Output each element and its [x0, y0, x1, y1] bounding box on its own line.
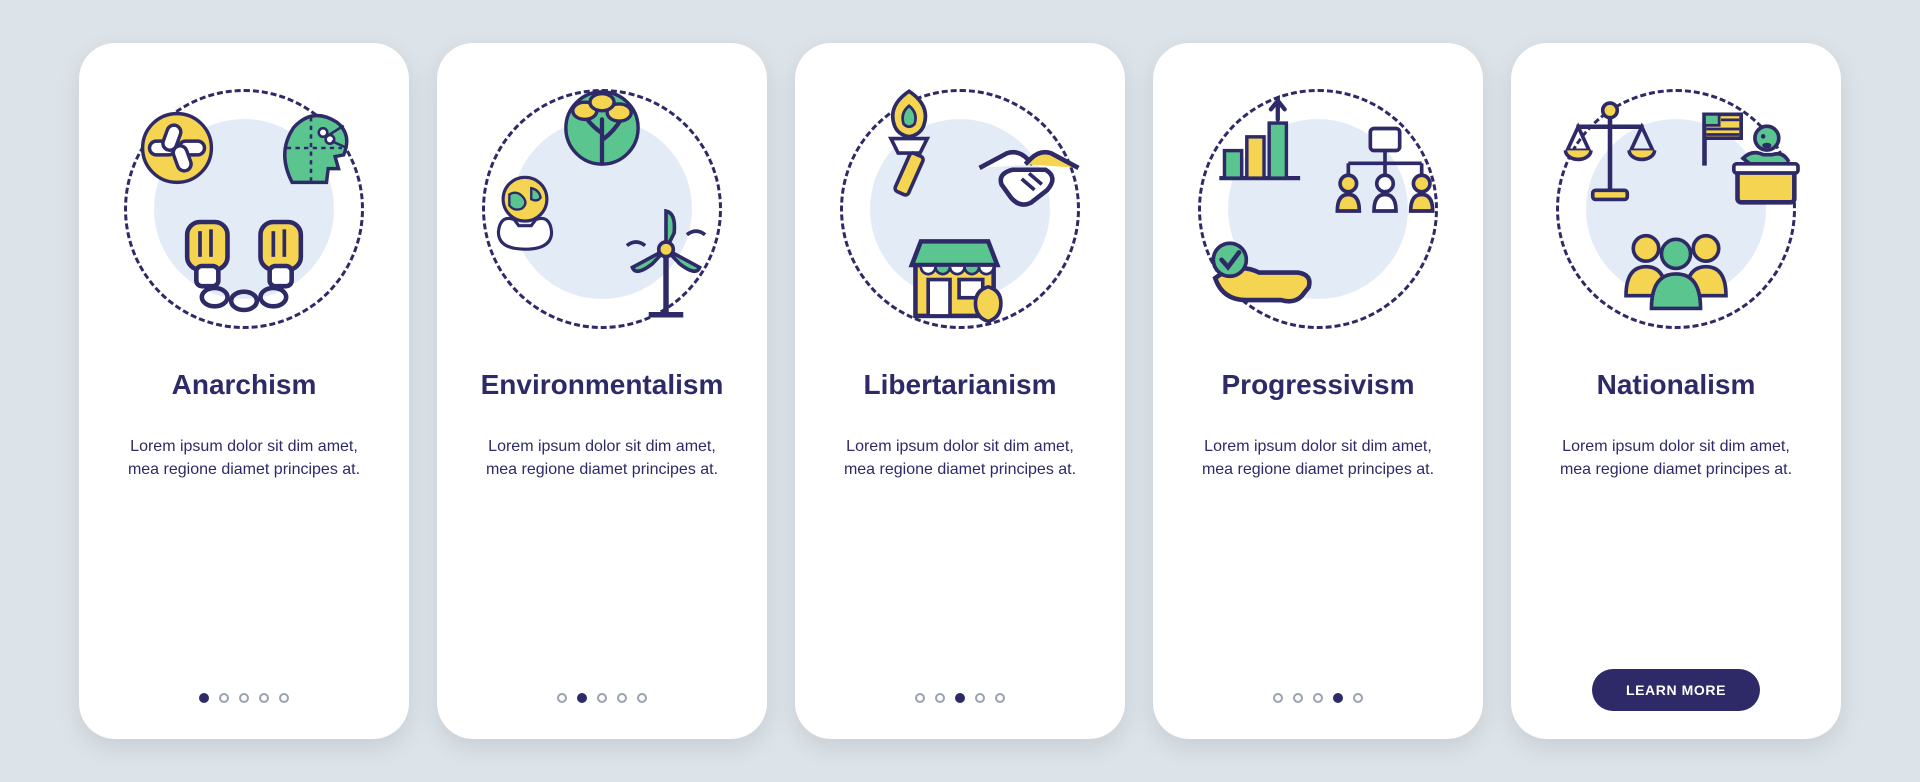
handshake-icon	[974, 135, 1084, 221]
dot-1[interactable]	[557, 693, 567, 703]
card-desc: Lorem ipsum dolor sit dim amet, mea regi…	[105, 435, 383, 481]
dot-2[interactable]	[935, 693, 945, 703]
dot-5[interactable]	[279, 693, 289, 703]
hands-unity-icon	[134, 105, 220, 191]
wind-turbine-icon	[616, 207, 716, 317]
justice-scales-icon	[1560, 99, 1660, 209]
illustration-libertarianism	[830, 79, 1090, 339]
store-shield-icon	[900, 225, 1020, 325]
dot-3[interactable]	[955, 693, 965, 703]
dot-4[interactable]	[1333, 693, 1343, 703]
growth-chart-icon	[1208, 99, 1308, 185]
speaker-flag-icon	[1688, 107, 1798, 217]
dot-5[interactable]	[1353, 693, 1363, 703]
dot-3[interactable]	[597, 693, 607, 703]
onboarding-card-libertarianism: Libertarianism Lorem ipsum dolor sit dim…	[795, 43, 1125, 739]
illustration-environmentalism	[472, 79, 732, 339]
dot-2[interactable]	[577, 693, 587, 703]
page-indicator	[915, 693, 1005, 703]
org-hierarchy-icon	[1330, 123, 1440, 233]
dot-3[interactable]	[1313, 693, 1323, 703]
card-desc: Lorem ipsum dolor sit dim amet, mea regi…	[821, 435, 1099, 481]
card-title: Libertarianism	[864, 369, 1057, 401]
dot-4[interactable]	[259, 693, 269, 703]
onboarding-card-anarchism: Anarchism Lorem ipsum dolor sit dim amet…	[79, 43, 409, 739]
card-desc: Lorem ipsum dolor sit dim amet, mea regi…	[1179, 435, 1457, 481]
hands-earth-icon	[482, 171, 568, 257]
torch-icon	[860, 89, 960, 199]
illustration-nationalism	[1546, 79, 1806, 339]
dot-2[interactable]	[219, 693, 229, 703]
dot-1[interactable]	[915, 693, 925, 703]
dot-3[interactable]	[239, 693, 249, 703]
card-title: Anarchism	[172, 369, 317, 401]
onboarding-card-progressivism: Progressivism Lorem ipsum dolor sit dim …	[1153, 43, 1483, 739]
cut-profile-icon	[268, 105, 354, 191]
dot-4[interactable]	[617, 693, 627, 703]
people-group-icon	[1606, 223, 1746, 323]
dot-2[interactable]	[1293, 693, 1303, 703]
onboarding-card-environmentalism: Environmentalism Lorem ipsum dolor sit d…	[437, 43, 767, 739]
page-indicator	[1273, 693, 1363, 703]
dot-1[interactable]	[1273, 693, 1283, 703]
card-desc: Lorem ipsum dolor sit dim amet, mea regi…	[463, 435, 741, 481]
page-indicator	[199, 693, 289, 703]
dot-5[interactable]	[995, 693, 1005, 703]
dot-5[interactable]	[637, 693, 647, 703]
chained-fists-icon	[169, 211, 319, 321]
onboarding-card-nationalism: Nationalism Lorem ipsum dolor sit dim am…	[1511, 43, 1841, 739]
globe-tree-icon	[559, 85, 645, 171]
learn-more-button[interactable]: LEARN MORE	[1592, 669, 1760, 711]
hand-approve-icon	[1206, 225, 1316, 311]
card-title: Environmentalism	[481, 369, 724, 401]
page-indicator	[557, 693, 647, 703]
card-title: Progressivism	[1222, 369, 1415, 401]
card-desc: Lorem ipsum dolor sit dim amet, mea regi…	[1537, 435, 1815, 481]
illustration-progressivism	[1188, 79, 1448, 339]
illustration-anarchism	[114, 79, 374, 339]
card-title: Nationalism	[1597, 369, 1756, 401]
dot-1[interactable]	[199, 693, 209, 703]
dot-4[interactable]	[975, 693, 985, 703]
